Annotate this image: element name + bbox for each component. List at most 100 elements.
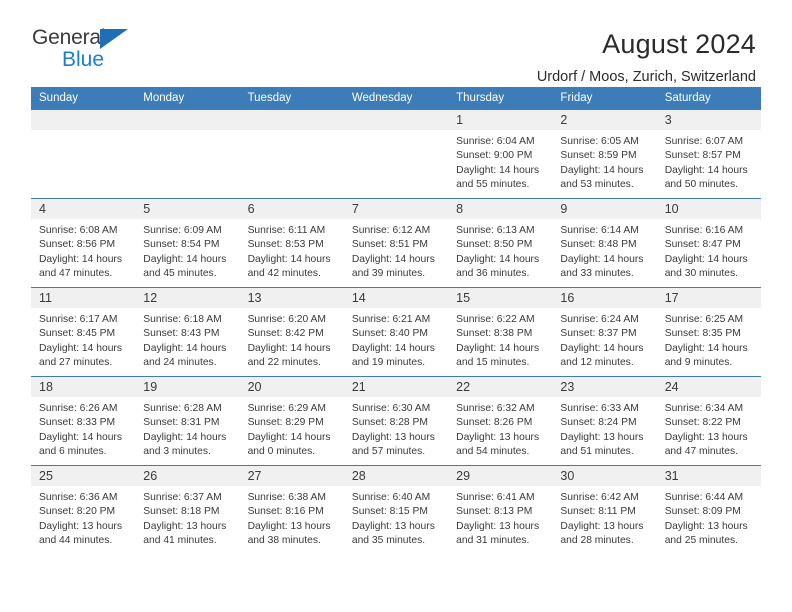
calendar-day-cell[interactable]: 24 Sunrise: 6:34 AM Sunset: 8:22 PM Dayligh…	[656, 377, 761, 465]
sunrise-text: Sunrise: 6:08 AM	[39, 225, 118, 236]
calendar-day-cell[interactable]: 6 Sunrise: 6:11 AM Sunset: 8:53 PM Daylight…	[239, 199, 344, 287]
calendar-day-cell[interactable]: 30 Sunrise: 6:42 AM Sunset: 8:11 PM Dayligh…	[552, 466, 657, 554]
calendar-week-row: 11 Sunrise: 6:17 AM Sunset: 8:45 PM Dayligh…	[31, 287, 761, 376]
calendar-day-cell[interactable]: 25 Sunrise: 6:36 AM Sunset: 8:20 PM Dayligh…	[31, 466, 136, 554]
sunset-text: Sunset: 8:50 PM	[456, 239, 533, 251]
calendar-day-cell[interactable]: 19 Sunrise: 6:28 AM Sunset: 8:31 PM Dayligh…	[135, 377, 240, 465]
day-details: Sunrise: 6:36 AM Sunset: 8:20 PM Daylight:…	[31, 486, 135, 549]
day-details: Sunrise: 6:07 AM Sunset: 8:57 PM Daylight:…	[657, 130, 761, 193]
calendar-day-cell[interactable]: 15 Sunrise: 6:22 AM Sunset: 8:38 PM Dayligh…	[448, 288, 553, 376]
day-number: 6	[239, 199, 344, 219]
daylight-text: and 12 minutes.	[560, 357, 634, 369]
daylight-text: Daylight: 13 hours	[247, 520, 331, 532]
calendar-day-cell[interactable]: 29 Sunrise: 6:41 AM Sunset: 8:13 PM Dayligh…	[448, 466, 553, 554]
calendar-day-cell[interactable]: 22 Sunrise: 6:32 AM Sunset: 8:26 PM Dayligh…	[448, 377, 553, 465]
calendar-day-cell[interactable]: 7 Sunrise: 6:12 AM Sunset: 8:51 PM Daylight…	[343, 199, 449, 287]
sunrise-text: Sunrise: 6:36 AM	[39, 492, 118, 503]
daylight-text: and 28 minutes.	[560, 535, 634, 547]
calendar-day-cell[interactable]: 31 Sunrise: 6:44 AM Sunset: 8:09 PM Dayligh…	[656, 466, 761, 554]
sunset-text: Sunset: 8:56 PM	[39, 239, 116, 251]
day-details: Sunrise: 6:32 AM Sunset: 8:26 PM Daylight:…	[448, 397, 552, 460]
calendar-day-cell[interactable]: 3 Sunrise: 6:07 AM Sunset: 8:57 PM Daylight…	[656, 110, 761, 198]
day-details: Sunrise: 6:42 AM Sunset: 8:11 PM Daylight:…	[552, 486, 656, 549]
daylight-text: and 53 minutes.	[560, 179, 634, 191]
daylight-text: and 33 minutes.	[560, 268, 634, 280]
day-details	[135, 130, 239, 135]
daylight-text: Daylight: 14 hours	[39, 431, 122, 443]
day-number: 5	[135, 199, 240, 219]
day-number	[239, 110, 344, 130]
daylight-text: Daylight: 14 hours	[664, 342, 748, 354]
day-number: 29	[448, 466, 553, 486]
daylight-text: Daylight: 13 hours	[143, 520, 227, 532]
sunset-text: Sunset: 8:31 PM	[143, 417, 220, 429]
sunrise-text: Sunrise: 6:37 AM	[143, 492, 222, 503]
calendar-day-cell[interactable]: 23 Sunrise: 6:33 AM Sunset: 8:24 PM Dayligh…	[552, 377, 657, 465]
day-details	[344, 130, 448, 135]
day-details: Sunrise: 6:24 AM Sunset: 8:37 PM Daylight:…	[552, 308, 656, 371]
sunset-text: Sunset: 8:18 PM	[143, 506, 220, 518]
day-number: 21	[343, 377, 449, 397]
sunrise-text: Sunrise: 6:16 AM	[664, 225, 744, 236]
calendar-day-cell[interactable]: 11 Sunrise: 6:17 AM Sunset: 8:45 PM Dayligh…	[31, 288, 136, 376]
sunrise-text: Sunrise: 6:41 AM	[456, 492, 535, 503]
sunset-text: Sunset: 8:40 PM	[351, 328, 428, 340]
sunrise-text: Sunrise: 6:20 AM	[247, 314, 326, 325]
day-number: 23	[552, 377, 657, 397]
calendar-day-cell[interactable]: 18 Sunrise: 6:26 AM Sunset: 8:33 PM Dayligh…	[31, 377, 136, 465]
calendar-day-cell[interactable]: 13 Sunrise: 6:20 AM Sunset: 8:42 PM Dayligh…	[239, 288, 344, 376]
sunset-text: Sunset: 8:38 PM	[456, 328, 533, 340]
calendar-day-cell[interactable]: 1 Sunrise: 6:04 AM Sunset: 9:00 PM Daylight…	[448, 110, 553, 198]
calendar-day-cell[interactable]: 26 Sunrise: 6:37 AM Sunset: 8:18 PM Dayligh…	[135, 466, 240, 554]
daylight-text: Daylight: 13 hours	[560, 431, 644, 443]
calendar-day-cell[interactable]: 27 Sunrise: 6:38 AM Sunset: 8:16 PM Dayligh…	[239, 466, 344, 554]
daylight-text: and 45 minutes.	[143, 268, 217, 280]
calendar-day-cell[interactable]: 17 Sunrise: 6:25 AM Sunset: 8:35 PM Dayligh…	[656, 288, 761, 376]
day-details: Sunrise: 6:26 AM Sunset: 8:33 PM Daylight:…	[31, 397, 135, 460]
daylight-text: and 35 minutes.	[351, 535, 426, 547]
sunrise-text: Sunrise: 6:26 AM	[39, 403, 118, 414]
calendar-day-cell[interactable]: 9 Sunrise: 6:14 AM Sunset: 8:48 PM Daylight…	[552, 199, 657, 287]
weekday-wednesday: Wednesday	[351, 92, 413, 104]
day-details: Sunrise: 6:14 AM Sunset: 8:48 PM Daylight:…	[552, 219, 656, 282]
day-number: 8	[448, 199, 553, 219]
day-number: 12	[135, 288, 240, 308]
sunset-text: Sunset: 8:11 PM	[560, 506, 636, 518]
calendar-day-cell[interactable]: 16 Sunrise: 6:24 AM Sunset: 8:37 PM Dayligh…	[552, 288, 657, 376]
day-number: 19	[135, 377, 240, 397]
general-blue-logo[interactable]: General Blue	[32, 27, 152, 77]
calendar-day-cell[interactable]: 4 Sunrise: 6:08 AM Sunset: 8:56 PM Daylight…	[31, 199, 136, 287]
sunset-text: Sunset: 8:16 PM	[247, 506, 324, 518]
calendar-day-cell[interactable]: 20 Sunrise: 6:29 AM Sunset: 8:29 PM Dayligh…	[239, 377, 344, 465]
calendar-day-cell[interactable]: 28 Sunrise: 6:40 AM Sunset: 8:15 PM Dayligh…	[343, 466, 449, 554]
day-number: 17	[656, 288, 761, 308]
calendar-day-cell[interactable]: 2 Sunrise: 6:05 AM Sunset: 8:59 PM Daylight…	[552, 110, 657, 198]
day-number: 15	[448, 288, 553, 308]
sunrise-text: Sunrise: 6:30 AM	[351, 403, 431, 414]
calendar-day-cell[interactable]: 8 Sunrise: 6:13 AM Sunset: 8:50 PM Daylight…	[448, 199, 553, 287]
calendar-day-cell[interactable]: 21 Sunrise: 6:30 AM Sunset: 8:28 PM Dayligh…	[343, 377, 449, 465]
calendar-day-cell[interactable]: 5 Sunrise: 6:09 AM Sunset: 8:54 PM Daylight…	[135, 199, 240, 287]
day-details: Sunrise: 6:28 AM Sunset: 8:31 PM Daylight:…	[135, 397, 239, 460]
calendar-day-cell[interactable]: 14 Sunrise: 6:21 AM Sunset: 8:40 PM Dayligh…	[343, 288, 449, 376]
calendar-day-cell-empty	[239, 110, 344, 198]
sunset-text: Sunset: 9:00 PM	[456, 150, 533, 162]
sunset-text: Sunset: 8:20 PM	[39, 506, 116, 518]
day-number: 13	[239, 288, 344, 308]
daylight-text: and 47 minutes.	[664, 446, 738, 458]
daylight-text: and 24 minutes.	[143, 357, 217, 369]
day-number: 10	[656, 199, 761, 219]
daylight-text: and 0 minutes.	[247, 446, 316, 458]
daylight-text: and 51 minutes.	[560, 446, 634, 458]
day-number: 4	[31, 199, 136, 219]
daylight-text: and 36 minutes.	[456, 268, 530, 280]
sunrise-text: Sunrise: 6:29 AM	[247, 403, 326, 414]
sunset-text: Sunset: 8:57 PM	[664, 150, 741, 162]
calendar-day-cell[interactable]: 12 Sunrise: 6:18 AM Sunset: 8:43 PM Dayligh…	[135, 288, 240, 376]
sunrise-text: Sunrise: 6:32 AM	[456, 403, 535, 414]
sunrise-text: Sunrise: 6:12 AM	[351, 225, 431, 236]
daylight-text: and 54 minutes.	[456, 446, 530, 458]
calendar-page: General Blue August 2024 Urdorf / Moos, …	[0, 0, 792, 612]
calendar-day-cell[interactable]: 10 Sunrise: 6:16 AM Sunset: 8:47 PM Dayligh…	[656, 199, 761, 287]
day-number	[135, 110, 240, 130]
